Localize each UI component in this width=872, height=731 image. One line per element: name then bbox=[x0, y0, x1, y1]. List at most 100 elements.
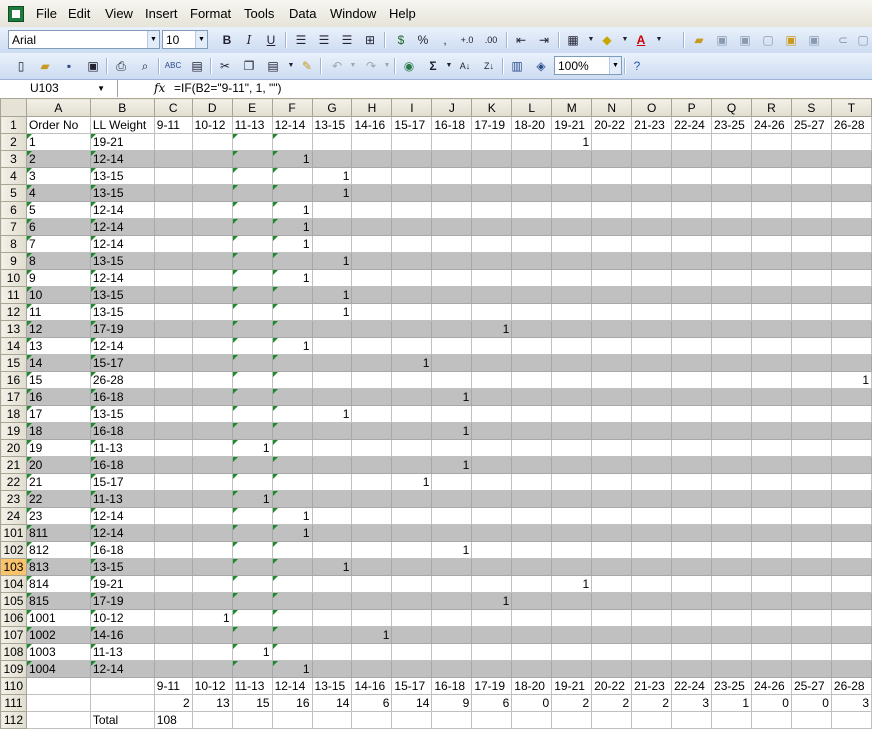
ll-weight-cell[interactable]: 17-19 bbox=[89, 592, 155, 610]
sort-ascending-icon[interactable]: A↓ bbox=[456, 57, 474, 75]
menu-edit[interactable]: Edit bbox=[68, 6, 90, 21]
cell[interactable] bbox=[751, 388, 792, 406]
cell[interactable] bbox=[711, 575, 752, 593]
cell[interactable] bbox=[391, 626, 433, 644]
total-value-cell[interactable]: 108 bbox=[153, 711, 193, 729]
cell[interactable] bbox=[751, 405, 792, 423]
percent-button[interactable]: % bbox=[414, 31, 432, 49]
cell[interactable] bbox=[351, 133, 393, 151]
cell[interactable] bbox=[711, 150, 752, 168]
cell[interactable] bbox=[471, 167, 513, 185]
cell[interactable] bbox=[351, 354, 393, 372]
cell[interactable] bbox=[153, 133, 193, 151]
cell[interactable] bbox=[391, 405, 433, 423]
cell[interactable] bbox=[551, 184, 593, 202]
column-header-f[interactable]: F bbox=[271, 98, 313, 117]
count-cell[interactable]: 3 bbox=[671, 694, 713, 712]
cell[interactable] bbox=[511, 269, 553, 287]
cell[interactable] bbox=[671, 167, 713, 185]
cell[interactable]: 1 bbox=[311, 303, 353, 321]
cell[interactable]: 1 bbox=[351, 626, 393, 644]
cell[interactable] bbox=[751, 218, 792, 236]
cell[interactable] bbox=[471, 150, 513, 168]
cell[interactable] bbox=[830, 150, 872, 168]
cell[interactable] bbox=[671, 626, 713, 644]
cell[interactable] bbox=[830, 439, 872, 457]
cell[interactable] bbox=[271, 133, 313, 151]
order-no-cell[interactable]: 18 bbox=[25, 422, 91, 440]
cell[interactable] bbox=[191, 133, 233, 151]
cell[interactable] bbox=[671, 592, 713, 610]
cell[interactable] bbox=[711, 201, 752, 219]
cell[interactable] bbox=[431, 439, 473, 457]
cell[interactable] bbox=[153, 167, 193, 185]
cell[interactable] bbox=[751, 524, 792, 542]
cell[interactable] bbox=[751, 252, 792, 270]
cell[interactable] bbox=[511, 507, 553, 525]
cell[interactable] bbox=[431, 337, 473, 355]
cell[interactable] bbox=[671, 575, 713, 593]
cell[interactable] bbox=[751, 133, 792, 151]
cell[interactable] bbox=[711, 507, 752, 525]
cell[interactable]: 1 bbox=[231, 439, 273, 457]
count-cell[interactable]: 15 bbox=[231, 694, 273, 712]
column-header-s[interactable]: S bbox=[790, 98, 832, 117]
count-cell[interactable]: 14 bbox=[391, 694, 433, 712]
cell[interactable] bbox=[631, 439, 673, 457]
cell[interactable] bbox=[671, 609, 713, 627]
cell[interactable] bbox=[751, 575, 792, 593]
select-all-corner[interactable] bbox=[0, 98, 27, 117]
cell[interactable]: 24-26 bbox=[751, 677, 792, 695]
menu-tools[interactable]: Tools bbox=[244, 6, 274, 21]
cell[interactable] bbox=[351, 660, 393, 678]
cell[interactable] bbox=[631, 150, 673, 168]
cell[interactable] bbox=[830, 609, 872, 627]
cell[interactable]: 1 bbox=[231, 490, 273, 508]
cell[interactable] bbox=[671, 439, 713, 457]
menu-help[interactable]: Help bbox=[389, 6, 416, 21]
cell[interactable] bbox=[790, 337, 832, 355]
cell[interactable] bbox=[271, 473, 313, 491]
cell[interactable]: 10-12 bbox=[191, 116, 233, 134]
cell[interactable] bbox=[271, 711, 313, 729]
cell[interactable] bbox=[191, 303, 233, 321]
order-no-cell[interactable]: 19 bbox=[25, 439, 91, 457]
cell[interactable] bbox=[751, 201, 792, 219]
column-header-g[interactable]: G bbox=[311, 98, 353, 117]
cell[interactable] bbox=[391, 286, 433, 304]
order-no-cell[interactable]: 4 bbox=[25, 184, 91, 202]
open-folder-icon[interactable]: ▰ bbox=[36, 57, 54, 75]
cell[interactable] bbox=[790, 558, 832, 576]
cell[interactable] bbox=[231, 456, 273, 474]
cell[interactable] bbox=[551, 252, 593, 270]
ll-weight-cell[interactable]: 16-18 bbox=[89, 541, 155, 559]
column-header-k[interactable]: K bbox=[471, 98, 513, 117]
row-header[interactable]: 2 bbox=[0, 133, 27, 151]
cell[interactable] bbox=[790, 609, 832, 627]
row-header[interactable]: 104 bbox=[0, 575, 27, 593]
cell[interactable] bbox=[551, 218, 593, 236]
cell[interactable] bbox=[391, 133, 433, 151]
cell[interactable]: 1 bbox=[271, 201, 313, 219]
cell[interactable] bbox=[591, 422, 633, 440]
cell[interactable] bbox=[191, 439, 233, 457]
cell[interactable] bbox=[511, 167, 553, 185]
cell[interactable] bbox=[830, 184, 872, 202]
cell[interactable] bbox=[551, 201, 593, 219]
cell[interactable] bbox=[711, 235, 752, 253]
cell[interactable] bbox=[591, 133, 633, 151]
row-header[interactable]: 19 bbox=[0, 422, 27, 440]
cell[interactable] bbox=[751, 337, 792, 355]
cell[interactable] bbox=[830, 388, 872, 406]
cell[interactable] bbox=[311, 490, 353, 508]
cell[interactable] bbox=[231, 473, 273, 491]
ll-weight-cell[interactable]: 13-15 bbox=[89, 558, 155, 576]
cell[interactable] bbox=[751, 184, 792, 202]
row-header[interactable]: 110 bbox=[0, 677, 27, 695]
cell[interactable] bbox=[711, 456, 752, 474]
order-no-cell[interactable]: 2 bbox=[25, 150, 91, 168]
row-header[interactable]: 22 bbox=[0, 473, 27, 491]
cell[interactable] bbox=[511, 303, 553, 321]
cell[interactable] bbox=[711, 558, 752, 576]
cell[interactable] bbox=[153, 524, 193, 542]
